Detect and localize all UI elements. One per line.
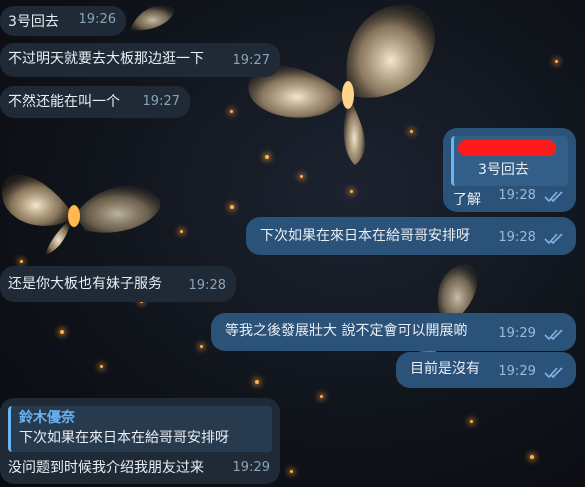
double-check-icon [544,328,563,340]
reply-author: 鈴木優奈 [19,410,75,426]
message-bubble[interactable]: 3号回去 19:26 [0,6,126,36]
butterfly-illustration [1,174,161,255]
message-text: 目前是沒有 [410,361,480,377]
message-status: 19:28 [498,186,564,206]
reply-quote-text: 3号回去 [478,162,529,178]
redacted-name-mark [458,140,556,156]
message-time: 19:28 [498,188,536,203]
reply-quote-text: 下次如果在來日本在給哥哥安排呀 [19,430,229,446]
message-time: 19:29 [232,460,270,475]
message-time: 19:28 [498,230,536,245]
double-check-icon [544,190,563,202]
message-time: 19:29 [498,326,536,341]
message-status: 19:28 [498,228,564,248]
message-text: 下次如果在來日本在給哥哥安排呀 [260,228,470,244]
message-text: 3号回去 [8,14,59,30]
message-status: 19:29 [498,324,564,344]
message-time: 19:27 [142,94,180,109]
message-time: 19:28 [188,278,226,293]
double-check-icon [544,232,563,244]
message-time: 19:29 [498,364,536,379]
message-bubble[interactable]: 鈴木優奈 下次如果在來日本在給哥哥安排呀 没问题到时候我介绍我朋友过来 19:2… [0,398,280,484]
message-bubble[interactable]: 等我之後發展壯大 說不定會可以開展啲 19:29 [211,313,576,351]
message-bubble[interactable]: 还是你大板也有妹子服务 19:28 [0,266,236,302]
reply-quote[interactable]: 3号回去 [451,136,568,186]
message-bubble[interactable]: 不然还能在叫一个 19:27 [0,86,190,118]
double-check-icon [544,366,563,378]
message-status: 19:29 [498,362,564,382]
reply-quote[interactable]: 鈴木優奈 下次如果在來日本在給哥哥安排呀 [8,406,272,452]
message-bubble[interactable]: 3号回去 了解 19:28 [443,128,576,212]
message-text: 还是你大板也有妹子服务 [8,276,162,292]
message-time: 19:27 [232,53,270,68]
message-text: 不然还能在叫一个 [8,94,120,110]
message-bubble[interactable]: 不过明天就要去大板那边逛一下 19:27 [0,43,280,77]
butterfly-illustration [130,5,175,31]
butterfly-illustration [248,4,435,165]
message-bubble[interactable]: 目前是沒有 19:29 [396,352,576,388]
message-text: 不过明天就要去大板那边逛一下 [8,51,204,67]
message-text: 等我之後發展壯大 說不定會可以開展啲 [225,323,468,339]
message-bubble[interactable]: 下次如果在來日本在給哥哥安排呀 19:28 [246,217,576,255]
message-time: 19:26 [78,12,116,27]
